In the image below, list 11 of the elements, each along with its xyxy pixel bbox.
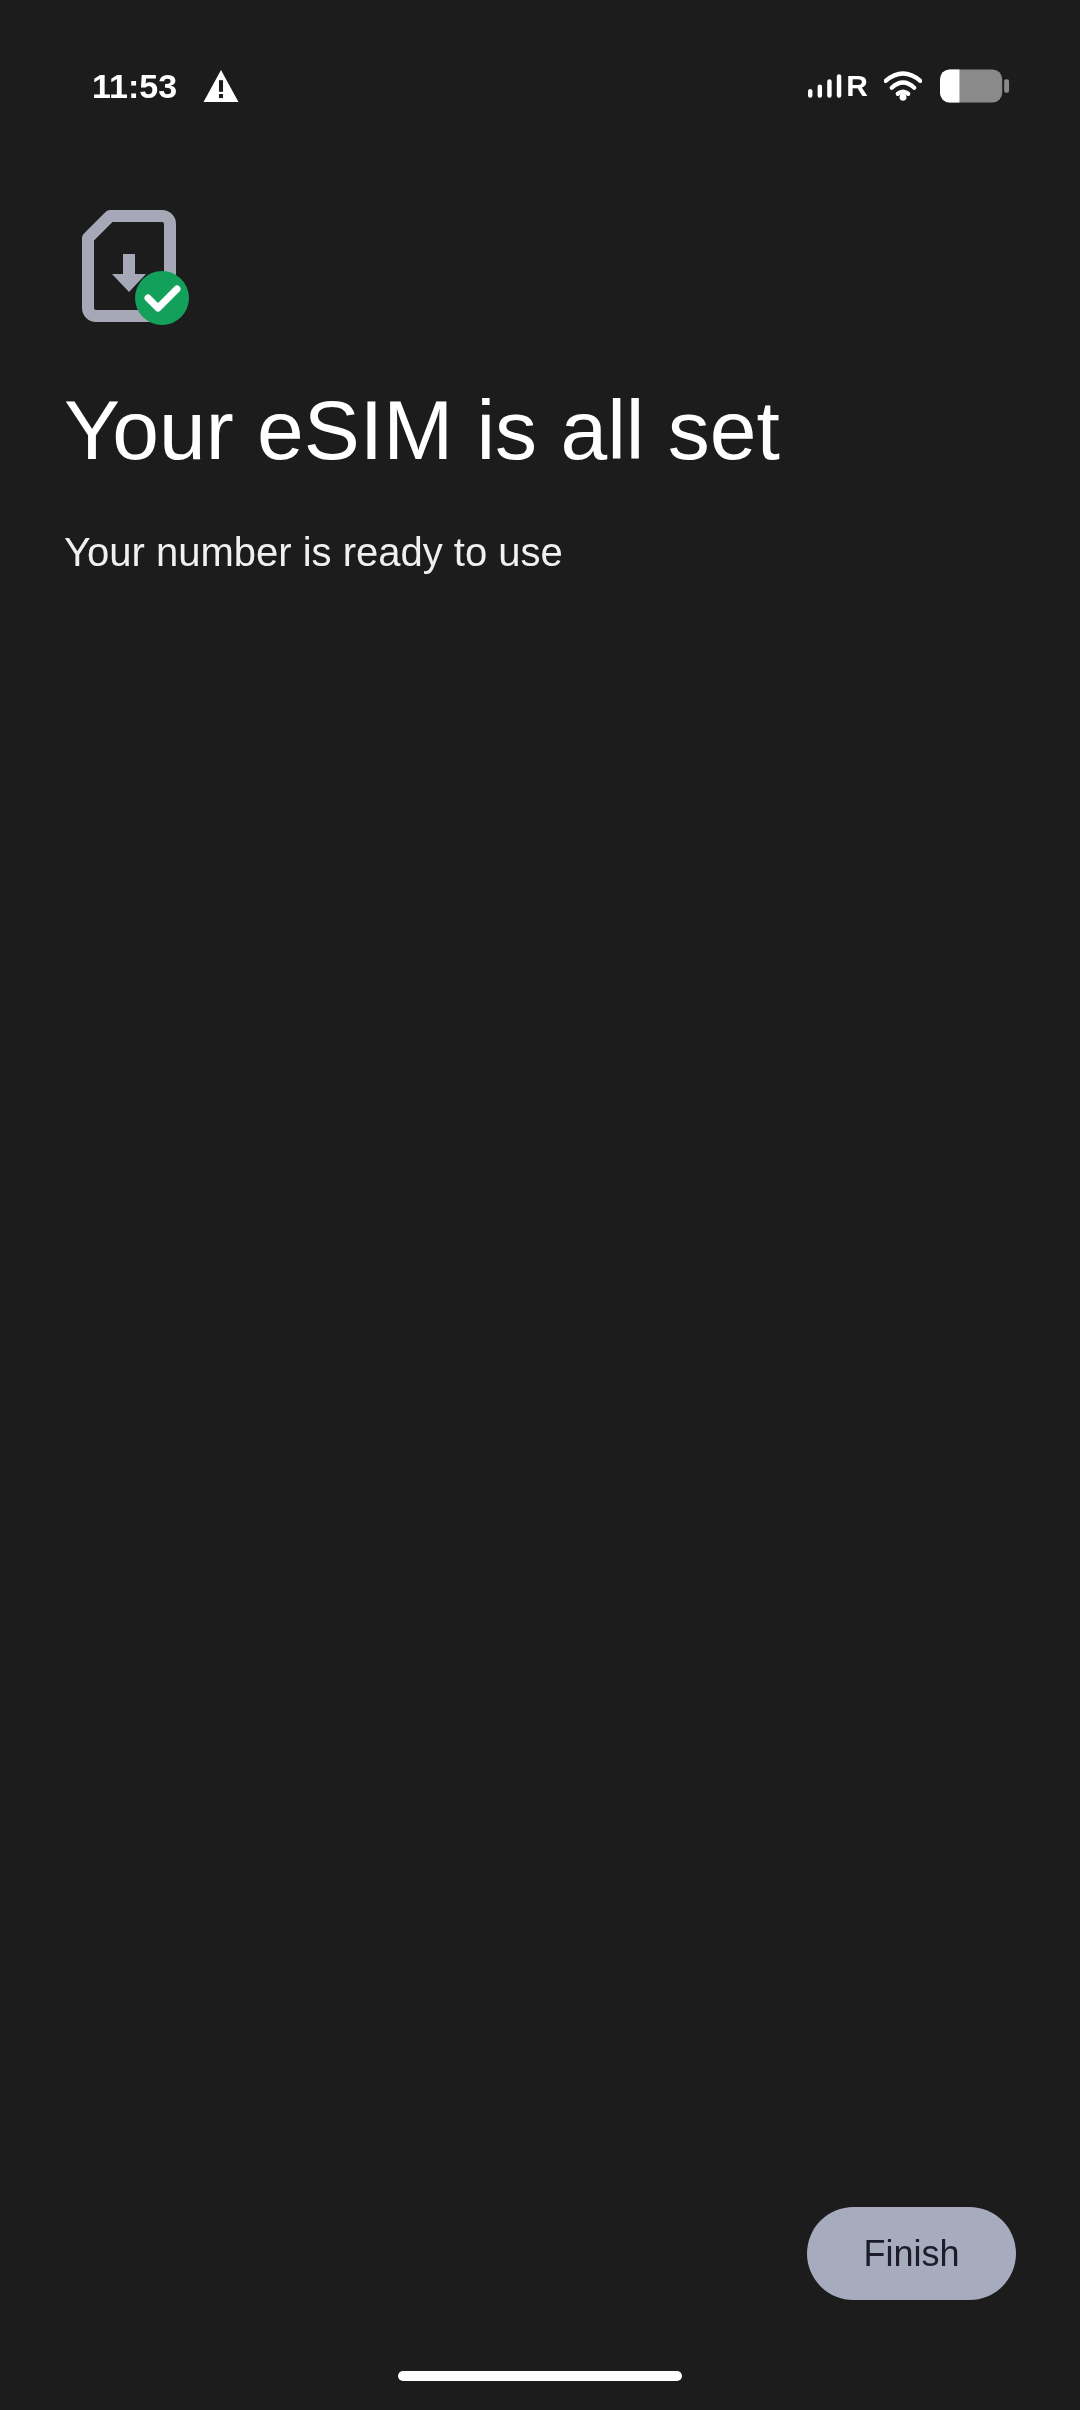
page-subtitle: Your number is ready to use bbox=[64, 530, 564, 575]
page-title: Your eSIM is all set bbox=[64, 382, 781, 479]
signal-icon bbox=[808, 73, 843, 99]
status-time: 11:53 bbox=[92, 66, 178, 106]
home-indicator[interactable] bbox=[398, 2371, 682, 2381]
esim-download-check-icon bbox=[80, 208, 190, 326]
battery-icon bbox=[940, 69, 1010, 103]
wifi-icon bbox=[884, 71, 922, 101]
finish-button[interactable]: Finish bbox=[807, 2207, 1016, 2300]
roaming-indicator: R bbox=[846, 69, 868, 103]
warning-icon bbox=[203, 70, 240, 102]
